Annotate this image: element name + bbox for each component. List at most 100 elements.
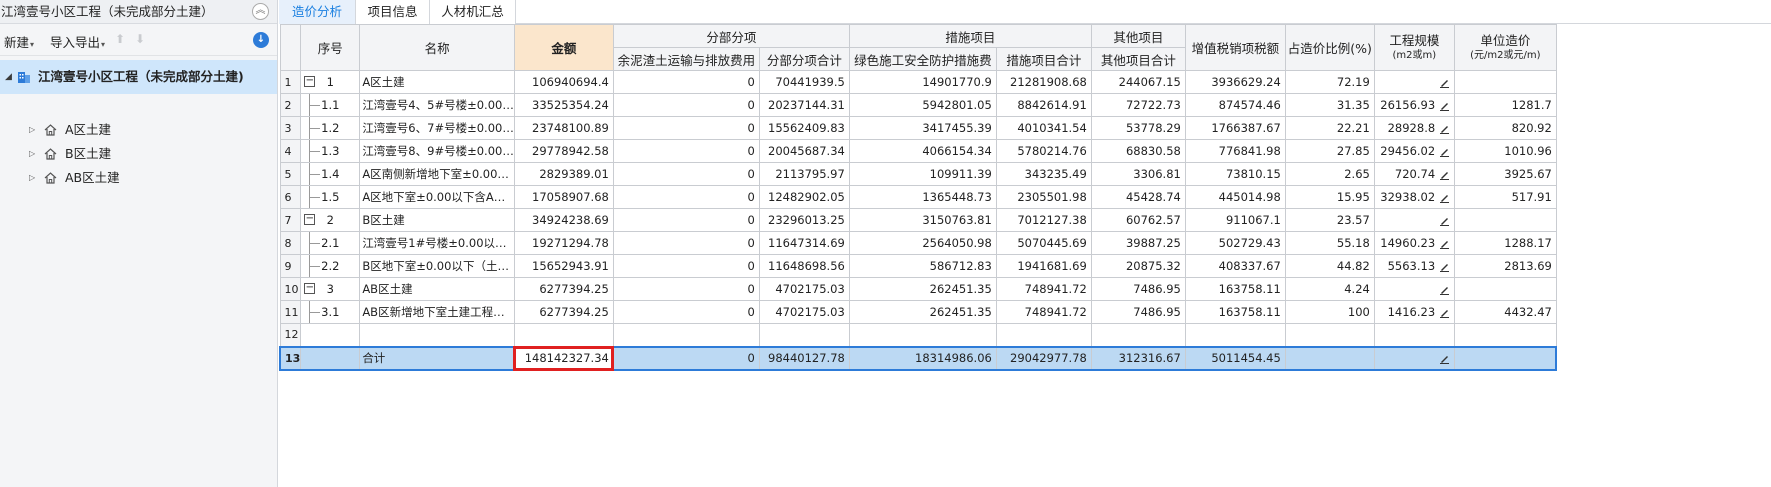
ratio-cell[interactable]: 44.82 xyxy=(1284,254,1375,278)
amount-cell[interactable]: 6277394.25 xyxy=(513,300,614,324)
pencil-icon[interactable] xyxy=(1439,215,1450,226)
qtxm-cell[interactable]: 72722.73 xyxy=(1090,93,1186,117)
move-down-icon[interactable]: ⬇ xyxy=(135,32,145,46)
row-number[interactable]: 11 xyxy=(279,300,302,324)
scale-cell[interactable] xyxy=(1373,345,1455,371)
ratio-cell[interactable]: 23.57 xyxy=(1284,208,1375,232)
seq-cell[interactable]: 1.5 xyxy=(300,185,361,209)
vat-cell[interactable]: 163758.11 xyxy=(1184,300,1286,324)
tab-project-info[interactable]: 项目信息 xyxy=(356,0,430,24)
header-safety[interactable]: 绿色施工安全防护措施费 xyxy=(848,47,997,71)
transport-cell[interactable]: 0 xyxy=(612,139,760,163)
unit-cost-cell[interactable]: 820.92 xyxy=(1453,116,1557,140)
header-qtxm-total[interactable]: 其他项目合计 xyxy=(1090,47,1186,71)
pencil-icon[interactable] xyxy=(1439,169,1450,180)
transport-cell[interactable] xyxy=(612,323,760,347)
amount-cell[interactable]: 17058907.68 xyxy=(513,185,614,209)
amount-cell[interactable]: 6277394.25 xyxy=(513,277,614,301)
pencil-icon[interactable] xyxy=(1439,353,1450,364)
vat-cell[interactable]: 502729.43 xyxy=(1184,231,1286,255)
safety-cell[interactable]: 586712.83 xyxy=(848,254,997,278)
fbfx-cell[interactable]: 20237144.31 xyxy=(758,93,850,117)
row-number[interactable]: 12 xyxy=(279,323,302,347)
qtxm-cell[interactable]: 312316.67 xyxy=(1090,345,1186,371)
header-amount[interactable]: 金额 xyxy=(513,24,614,71)
transport-cell[interactable]: 0 xyxy=(612,254,760,278)
tab-cost-analysis[interactable]: 造价分析 xyxy=(279,0,356,24)
unit-cost-cell[interactable] xyxy=(1453,208,1557,232)
transport-cell[interactable]: 0 xyxy=(612,208,760,232)
vat-cell[interactable]: 73810.15 xyxy=(1184,162,1286,186)
ratio-cell[interactable] xyxy=(1284,345,1375,371)
seq-cell[interactable] xyxy=(300,323,361,347)
safety-cell[interactable]: 2564050.98 xyxy=(848,231,997,255)
safety-cell[interactable]: 4066154.34 xyxy=(848,139,997,163)
safety-cell[interactable]: 3417455.39 xyxy=(848,116,997,140)
table-row[interactable]: 10−3 AB区土建 6277394.25 0 4702175.03 262451.35 7… xyxy=(279,277,1557,301)
seq-cell[interactable]: −2 xyxy=(300,208,361,232)
row-number[interactable]: 13 xyxy=(279,345,302,371)
fbfx-cell[interactable]: 4702175.03 xyxy=(758,300,850,324)
vat-cell[interactable] xyxy=(1184,323,1286,347)
csxm-cell[interactable]: 5780214.76 xyxy=(995,139,1092,163)
seq-cell[interactable]: 2.2 xyxy=(300,254,361,278)
fbfx-cell[interactable]: 23296013.25 xyxy=(758,208,850,232)
seq-cell[interactable]: −3 xyxy=(300,277,361,301)
scale-cell[interactable]: 26156.93 xyxy=(1373,93,1455,117)
vat-cell[interactable]: 776841.98 xyxy=(1184,139,1286,163)
pencil-icon[interactable] xyxy=(1439,123,1450,134)
collapse-panel-icon[interactable]: ︽ xyxy=(252,3,269,20)
ratio-cell[interactable]: 100 xyxy=(1284,300,1375,324)
qtxm-cell[interactable] xyxy=(1090,323,1186,347)
row-number[interactable]: 7 xyxy=(279,208,302,232)
amount-cell[interactable]: 29778942.58 xyxy=(513,139,614,163)
row-number[interactable]: 5 xyxy=(279,162,302,186)
scale-cell[interactable] xyxy=(1373,323,1455,347)
transport-cell[interactable]: 0 xyxy=(612,116,760,140)
safety-cell[interactable]: 14901770.9 xyxy=(848,70,997,94)
fbfx-cell[interactable]: 15562409.83 xyxy=(758,116,850,140)
safety-cell[interactable]: 18314986.06 xyxy=(848,345,997,371)
pencil-icon[interactable] xyxy=(1439,100,1450,111)
scale-cell[interactable] xyxy=(1373,70,1455,94)
unit-cost-cell[interactable] xyxy=(1453,323,1557,347)
fbfx-cell[interactable]: 11647314.69 xyxy=(758,231,850,255)
table-row[interactable]: 9 2.2 B区地下室±0.00以下（土… 15652943.91 0 11648698.… xyxy=(279,254,1557,278)
csxm-cell[interactable]: 343235.49 xyxy=(995,162,1092,186)
csxm-cell[interactable] xyxy=(995,323,1092,347)
qtxm-cell[interactable]: 20875.32 xyxy=(1090,254,1186,278)
header-fbfx-total[interactable]: 分部分项合计 xyxy=(758,47,850,71)
name-cell[interactable]: 江湾壹号8、9#号楼±0.00… xyxy=(359,139,515,163)
header-seq[interactable]: 序号 xyxy=(300,24,361,71)
seq-cell[interactable]: 3.1 xyxy=(300,300,361,324)
safety-cell[interactable]: 5942801.05 xyxy=(848,93,997,117)
name-cell[interactable]: A区土建 xyxy=(359,70,515,94)
ratio-cell[interactable]: 31.35 xyxy=(1284,93,1375,117)
unit-cost-cell[interactable]: 4432.47 xyxy=(1453,300,1557,324)
total-amount-cell[interactable]: 148142327.34 xyxy=(513,345,615,371)
unit-cost-cell[interactable] xyxy=(1453,70,1557,94)
unit-cost-cell[interactable] xyxy=(1453,277,1557,301)
safety-cell[interactable]: 262451.35 xyxy=(848,277,997,301)
safety-cell[interactable] xyxy=(848,323,997,347)
name-cell[interactable]: 江湾壹号1#号楼±0.00以… xyxy=(359,231,515,255)
name-cell[interactable]: 江湾壹号6、7#号楼±0.00… xyxy=(359,116,515,140)
safety-cell[interactable]: 1365448.73 xyxy=(848,185,997,209)
amount-cell[interactable]: 23748100.89 xyxy=(513,116,614,140)
csxm-cell[interactable]: 5070445.69 xyxy=(995,231,1092,255)
unit-cost-cell[interactable]: 2813.69 xyxy=(1453,254,1557,278)
table-row[interactable]: 7−2 B区土建 34924238.69 0 23296013.25 3150763.81… xyxy=(279,208,1557,232)
transport-cell[interactable]: 0 xyxy=(612,345,760,371)
tree-collapsed-icon[interactable]: ▷ xyxy=(29,142,35,166)
seq-cell[interactable]: 1.4 xyxy=(300,162,361,186)
vat-cell[interactable]: 5011454.45 xyxy=(1184,345,1286,371)
table-row[interactable]: 2 1.1 江湾壹号4、5#号楼±0.00… 33525354.24 0 20237144… xyxy=(279,93,1557,117)
name-cell[interactable]: 江湾壹号4、5#号楼±0.00… xyxy=(359,93,515,117)
fbfx-cell[interactable]: 11648698.56 xyxy=(758,254,850,278)
header-csxm-total[interactable]: 措施项目合计 xyxy=(995,47,1092,71)
seq-cell[interactable]: 1.2 xyxy=(300,116,361,140)
scale-cell[interactable]: 1416.23 xyxy=(1373,300,1455,324)
name-cell[interactable]: B区地下室±0.00以下（土… xyxy=(359,254,515,278)
csxm-cell[interactable]: 4010341.54 xyxy=(995,116,1092,140)
unit-cost-cell[interactable]: 3925.67 xyxy=(1453,162,1557,186)
